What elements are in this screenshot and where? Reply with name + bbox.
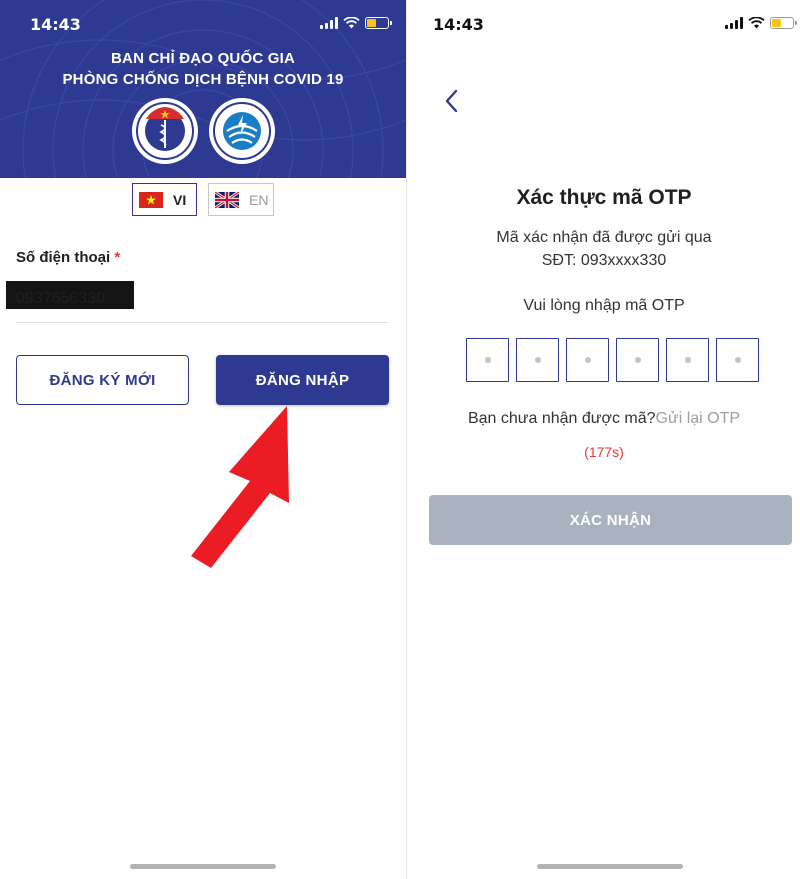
status-icons <box>725 17 797 29</box>
otp-placeholder-dot <box>484 357 491 363</box>
resend-prompt: Bạn chưa nhận được mã? <box>467 410 656 427</box>
otp-digit-input[interactable] <box>466 338 509 382</box>
otp-digit-input[interactable] <box>566 338 609 382</box>
otp-placeholder-dot <box>634 357 641 363</box>
status-time: 14:43 <box>433 15 484 34</box>
otp-instruction: Vui lòng nhập mã OTP <box>523 297 685 314</box>
otp-placeholder-dot <box>684 357 691 363</box>
home-indicator <box>130 864 276 869</box>
otp-digit-input[interactable] <box>666 338 709 382</box>
signal-icon <box>725 17 743 29</box>
otp-digit-input[interactable] <box>516 338 559 382</box>
resend-row: Bạn chưa nhận được mã?Gửi lại OTP <box>407 410 800 428</box>
red-arrow-annotation-icon <box>191 406 289 568</box>
chevron-left-icon[interactable] <box>441 88 463 114</box>
otp-digit-input[interactable] <box>716 338 759 382</box>
battery-low-icon <box>770 17 797 29</box>
otp-phone-line: SĐT: 093xxxx330 <box>541 252 667 269</box>
otp-screen: 14:43 Xác thực mã OTP Mã xác nhận đã đượ… <box>406 0 800 879</box>
confirm-button[interactable]: XÁC NHẬN <box>429 495 792 545</box>
otp-sent-line: Mã xác nhận đã được gửi qua <box>496 229 712 246</box>
home-indicator <box>537 864 683 869</box>
login-screen: 14:43 BAN CHỈ ĐẠO QUỐC GIA PHÒNG CHỐNG D… <box>0 0 406 879</box>
otp-placeholder-dot <box>584 357 591 363</box>
otp-title: Xác thực mã OTP <box>516 186 692 209</box>
otp-placeholder-dot <box>734 357 741 363</box>
otp-input-group <box>466 338 759 382</box>
resend-countdown: (177s) <box>584 444 624 460</box>
otp-placeholder-dot <box>534 357 541 363</box>
otp-digit-input[interactable] <box>616 338 659 382</box>
resend-otp-link[interactable]: Gửi lại OTP <box>656 410 741 427</box>
wifi-icon <box>748 17 765 29</box>
